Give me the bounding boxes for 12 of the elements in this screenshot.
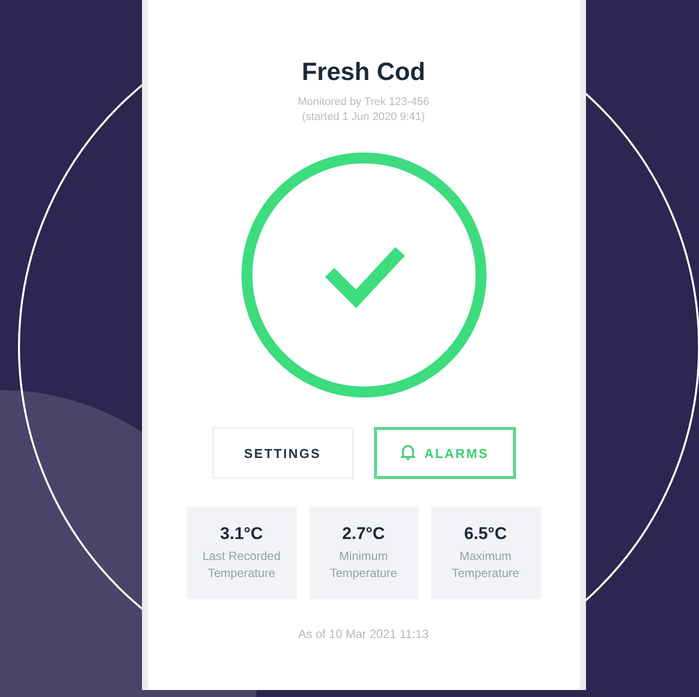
updated-time: As of 10 Mar 2021 11:13 [298, 627, 429, 641]
monitor-info: Monitored by Trek 123-456 [298, 95, 430, 110]
stat-value: 2.7°C [342, 524, 385, 544]
stat-label: Last Recorded Temperature [201, 548, 282, 582]
stat-value: 6.5°C [464, 524, 507, 544]
settings-button[interactable]: SETTINGS [212, 427, 354, 479]
stat-label: Maximum Temperature [450, 548, 520, 582]
stat-value: 3.1°C [220, 524, 263, 544]
stat-label: Minimum Temperature [328, 548, 398, 582]
monitor-info: (started 1 Jun 2020 9:41) [301, 110, 426, 125]
product-title: Fresh Cod [302, 58, 426, 87]
bell-icon [400, 444, 416, 462]
